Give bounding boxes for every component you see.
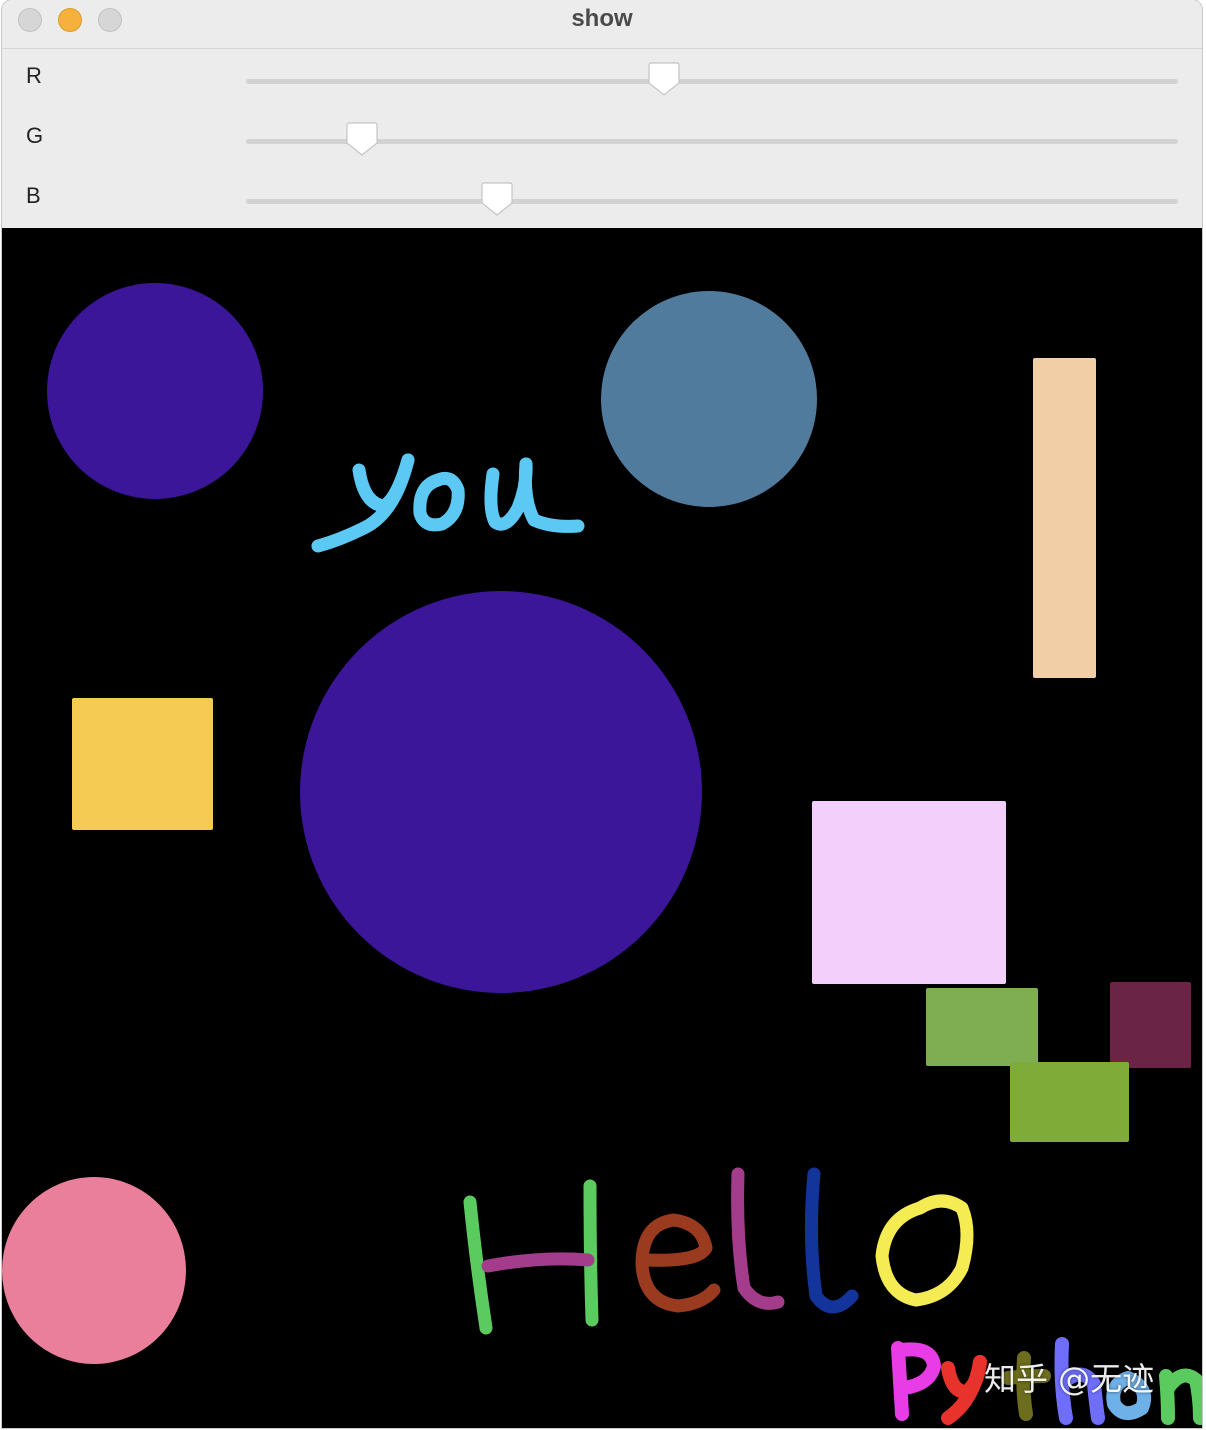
slider-b-label: B [26,183,41,208]
trackbar-panel: R G B [2,49,1202,227]
slider-r: R [2,49,1202,109]
slider-g-thumb[interactable] [345,121,378,157]
slider-g: G [2,109,1202,169]
handwriting-hello [463,1167,974,1335]
slider-b-thumb[interactable] [481,181,513,217]
slider-g-track[interactable] [246,139,1178,144]
slider-b: B [2,169,1202,229]
handwriting-layer [311,453,1202,1425]
slider-r-label: R [26,63,42,88]
slider-g-label: G [26,123,44,148]
slider-r-track[interactable] [246,79,1178,84]
slider-b-track[interactable] [246,199,1178,204]
app-window: show R G B 知乎 @无迹 [2,0,1202,1428]
slider-r-thumb[interactable] [647,61,680,97]
drawing-canvas[interactable]: 知乎 @无迹 [2,228,1202,1428]
title-bar[interactable]: show [2,0,1202,49]
window-title: show [571,5,633,32]
handwriting-you [311,453,585,553]
watermark: 知乎 @无迹 [984,1360,1155,1398]
